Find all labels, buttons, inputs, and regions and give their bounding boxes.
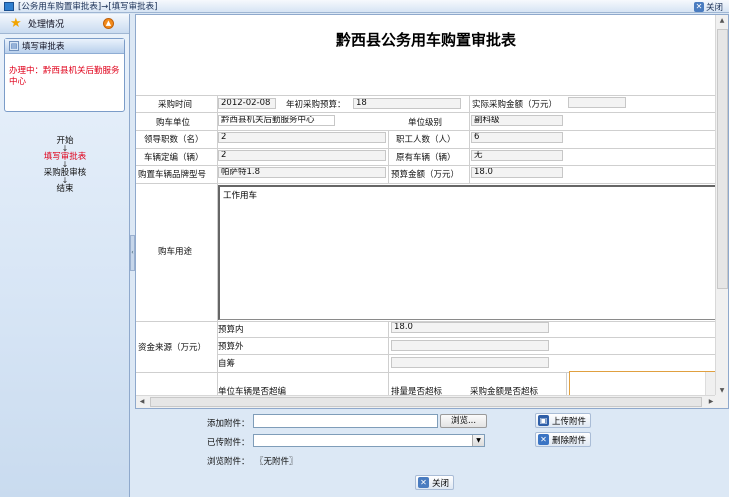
scroll-left-icon[interactable]: ◀ [136,396,148,408]
workflow-steps: 开始 ↓ 填写审批表 ↓ 采购股审核 ↓ 结束 [0,136,130,194]
status-card: ▤ 填写审批表 办理中：黔西县机关后勤服务中心 [4,38,125,112]
budget-amount-label: 预算金额（万元） [391,170,460,180]
model-label: 购置车辆品牌型号 [138,170,207,180]
sidebar-header: ★ 处理情况 ▲ [0,14,129,34]
usage-label: 购车用途 [158,247,193,257]
out-budget-field[interactable] [391,340,549,351]
vehicle-quota-field[interactable]: 2 [218,150,386,161]
horizontal-scroll-thumb[interactable] [150,397,702,407]
card-icon: ▤ [9,41,19,51]
status-card-header: ▤ 填写审批表 [5,39,124,54]
status-text: 办理中：黔西县机关后勤服务中心 [9,66,120,87]
attachments-panel: 添加附件： 浏览... ▣ 上传附件 已传附件： ▼ ✕ 删除附件 浏览附件： … [135,409,729,497]
add-attachment-label: 添加附件： [207,419,250,429]
form-horizontal-scrollbar[interactable]: ◀ ▶ [136,395,717,408]
vertical-scroll-thumb[interactable] [717,29,728,289]
sidebar: ★ 处理情况 ▲ ▤ 填写审批表 办理中：黔西县机关后勤服务中心 开始 ↓ 填写… [0,14,130,497]
close-button[interactable]: ✕ 关闭 [415,475,455,490]
leaders-label: 领导职数（名） [144,135,204,145]
unit-field[interactable]: 黔西县机关后勤服务中心 [218,115,335,126]
model-field[interactable]: 帕萨特1.8 [218,167,386,178]
close-button-label: 关闭 [432,478,450,489]
existing-vehicles-field[interactable]: 无 [471,150,563,161]
view-attachment-value[interactable]: 〖无附件〗 [255,455,298,467]
delete-attachment-button[interactable]: ✕ 删除附件 [535,432,592,447]
app-icon [4,1,14,11]
annual-budget-field[interactable]: 18 [353,98,461,109]
budget-amount-field[interactable]: 18.0 [471,167,563,178]
close-icon: ✕ [418,477,429,488]
save-icon: ▣ [538,415,549,426]
upload-attachment-button[interactable]: ▣ 上传附件 [535,413,592,428]
view-attachment-label: 浏览附件： [207,457,250,467]
in-budget-label: 预算内 [218,325,244,335]
scroll-up-icon[interactable]: ▲ [716,15,728,27]
close-icon: ✕ [693,2,704,12]
collapse-icon[interactable]: ▲ [103,18,114,29]
scroll-corner [715,395,728,408]
sidebar-header-label: 处理情况 [28,20,65,30]
uploaded-attachment-select[interactable]: ▼ [253,434,485,447]
form-title: 黔西县公务用车购置审批表 [335,31,516,49]
delete-icon: ✕ [538,434,549,445]
existing-vehicles-label: 原有车辆（辆） [396,153,456,163]
self-raised-label: 自筹 [218,359,236,369]
window-close-label: 关闭 [705,3,723,13]
browse-button[interactable]: 浏览... [440,414,487,428]
window-titlebar: [公务用车购置审批表]→[填写审批表] ✕ 关闭 [0,0,729,13]
upload-attachment-label: 上传附件 [552,416,587,427]
actual-amount-field[interactable] [568,97,626,108]
vehicle-quota-label: 车辆定编（辆） [144,153,204,163]
annual-budget-label: 年初采购预算： [286,100,346,110]
status-card-title: 填写审批表 [22,42,65,52]
fund-source-label: 资金来源（万元） [138,343,207,353]
window-title: [公务用车购置审批表]→[填写审批表] [18,2,158,12]
form-vertical-scrollbar[interactable]: ▲ ▼ [715,15,728,397]
main-panel: 黔西县公务用车购置审批表 采购时间 2012-02-08 年初采购预算： 18 … [135,14,729,497]
staff-label: 职工人数（人） [396,135,456,145]
star-icon: ★ [10,15,22,31]
purchase-time-field[interactable]: 2012-02-08 [218,98,276,109]
self-raised-field[interactable] [391,357,549,368]
staff-field[interactable]: 6 [471,132,563,143]
unit-label: 购车单位 [156,118,191,128]
leaders-field[interactable]: 2 [218,132,386,143]
flow-step-end: 结束 [56,184,74,194]
unit-level-field[interactable]: 副科级 [471,115,563,126]
purchase-time-label: 采购时间 [158,100,193,110]
delete-attachment-label: 删除附件 [552,435,587,446]
approval-form: 黔西县公务用车购置审批表 采购时间 2012-02-08 年初采购预算： 18 … [135,14,729,409]
in-budget-field[interactable]: 18.0 [391,322,549,333]
usage-textarea[interactable]: 工作用车 [218,185,716,320]
attachment-file-input[interactable] [253,414,438,428]
uploaded-attachment-label: 已传附件： [207,438,250,448]
chevron-down-icon[interactable]: ▼ [472,435,484,446]
out-budget-label: 预算外 [218,342,244,352]
window-close-button[interactable]: ✕ 关闭 [693,1,723,13]
actual-amount-label: 实际采购金额（万元） [472,100,558,110]
unit-level-label: 单位级别 [408,118,443,128]
